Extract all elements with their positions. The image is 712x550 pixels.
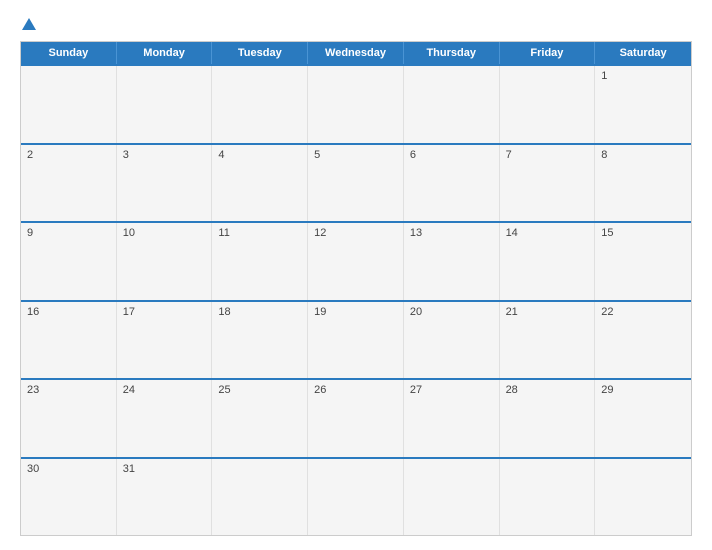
day-number: 15 [601,227,685,239]
day-cell [595,459,691,536]
day-number: 5 [314,149,397,161]
day-number: 25 [218,384,301,396]
day-number: 29 [601,384,685,396]
day-cell: 12 [308,223,404,300]
day-cell: 17 [117,302,213,379]
week-row-2: 2345678 [21,143,691,222]
day-number: 31 [123,463,206,475]
day-cell: 7 [500,145,596,222]
day-cell: 26 [308,380,404,457]
day-number: 10 [123,227,206,239]
day-number: 13 [410,227,493,239]
day-cell: 23 [21,380,117,457]
day-cell [404,66,500,143]
day-cell: 24 [117,380,213,457]
day-cell: 3 [117,145,213,222]
day-cell: 5 [308,145,404,222]
day-cell: 8 [595,145,691,222]
day-cell: 19 [308,302,404,379]
week-row-6: 30 31 [21,457,691,536]
day-cell: 15 [595,223,691,300]
logo [20,18,36,31]
day-cell: 30 [21,459,117,536]
day-cell: 14 [500,223,596,300]
day-number: 9 [27,227,110,239]
day-cell: 11 [212,223,308,300]
day-header-thursday: Thursday [404,42,500,64]
week-row-1: 1 [21,64,691,143]
day-number: 16 [27,306,110,318]
day-number: 20 [410,306,493,318]
day-number: 7 [506,149,589,161]
day-number: 1 [601,70,685,82]
day-cell [21,66,117,143]
day-number: 26 [314,384,397,396]
week-row-5: 23 24 25 26 27 28 29 [21,378,691,457]
day-cell: 27 [404,380,500,457]
header [20,18,692,31]
day-header-wednesday: Wednesday [308,42,404,64]
day-number: 12 [314,227,397,239]
day-cell: 6 [404,145,500,222]
week-row-4: 16 17 18 19 20 21 22 [21,300,691,379]
day-header-friday: Friday [500,42,596,64]
day-cell [404,459,500,536]
day-number: 18 [218,306,301,318]
day-header-monday: Monday [117,42,213,64]
week-row-3: 9 10 11 12 13 14 15 [21,221,691,300]
day-number: 6 [410,149,493,161]
day-cell [500,459,596,536]
day-cell: 28 [500,380,596,457]
calendar: SundayMondayTuesdayWednesdayThursdayFrid… [20,41,692,536]
day-number: 17 [123,306,206,318]
day-cell: 21 [500,302,596,379]
day-number: 11 [218,227,301,239]
day-number: 28 [506,384,589,396]
day-cell: 4 [212,145,308,222]
day-number: 4 [218,149,301,161]
day-cell [500,66,596,143]
day-number: 8 [601,149,685,161]
day-number: 3 [123,149,206,161]
day-cell: 29 [595,380,691,457]
day-number: 14 [506,227,589,239]
day-number: 23 [27,384,110,396]
day-cell [212,459,308,536]
day-cell [308,459,404,536]
day-number: 27 [410,384,493,396]
day-cell: 2 [21,145,117,222]
day-number: 19 [314,306,397,318]
day-number: 30 [27,463,110,475]
day-cell: 10 [117,223,213,300]
day-cell: 31 [117,459,213,536]
day-cell [212,66,308,143]
day-number: 2 [27,149,110,161]
day-cell [117,66,213,143]
weeks-container: 1234567891011121314151617181920212223242… [21,64,691,535]
logo-blue-text [20,18,36,31]
day-cell: 16 [21,302,117,379]
day-cell: 20 [404,302,500,379]
day-cell: 13 [404,223,500,300]
logo-triangle-icon [22,18,36,30]
day-cell: 18 [212,302,308,379]
day-number: 22 [601,306,685,318]
day-cell: 22 [595,302,691,379]
day-header-tuesday: Tuesday [212,42,308,64]
day-number: 21 [506,306,589,318]
day-cell: 25 [212,380,308,457]
days-header: SundayMondayTuesdayWednesdayThursdayFrid… [21,42,691,64]
day-cell: 1 [595,66,691,143]
day-number: 24 [123,384,206,396]
page: SundayMondayTuesdayWednesdayThursdayFrid… [0,0,712,550]
day-cell: 9 [21,223,117,300]
day-header-sunday: Sunday [21,42,117,64]
day-cell [308,66,404,143]
day-header-saturday: Saturday [595,42,691,64]
